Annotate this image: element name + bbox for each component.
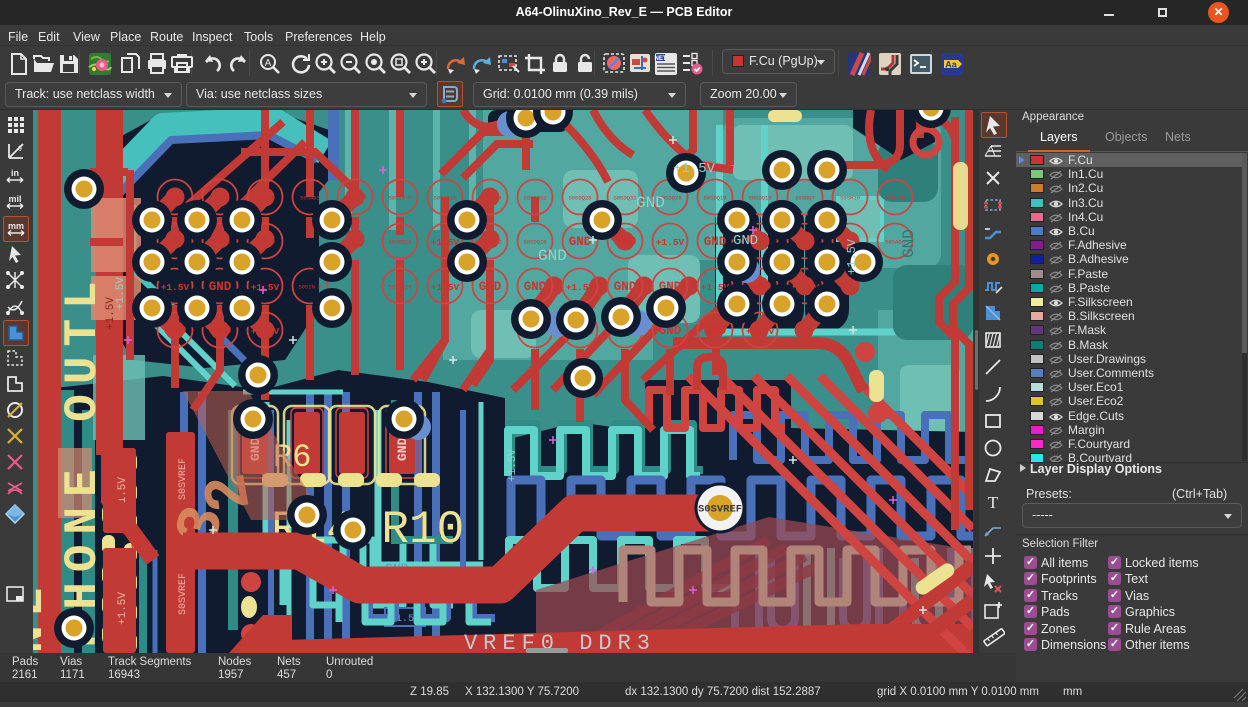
svg-text:+1.5V: +1.5V — [251, 326, 280, 337]
svg-text:HPHONE OUTL: HPHONE OUTL — [57, 271, 109, 653]
svg-text:+1.5V: +1.5V — [845, 238, 859, 275]
svg-text:GND: GND — [479, 280, 502, 294]
svg-text:S0SVREF: S0SVREF — [178, 573, 189, 615]
svg-text:S0SDQ13: S0SDQ13 — [748, 195, 771, 202]
svg-text:S0SIN F: S0SIN F — [388, 195, 411, 202]
svg-text:S0SA06: S0SA06 — [165, 195, 185, 202]
svg-text:S0SDQ19: S0SDQ19 — [703, 195, 726, 202]
svg-text:GND: GND — [395, 437, 410, 461]
svg-text:S0SDQ20: S0SDQ20 — [388, 284, 411, 291]
svg-text:GND: GND — [164, 324, 187, 338]
svg-text:S0SH10: S0SH10 — [795, 239, 815, 246]
svg-text:S0SA03: S0SA03 — [300, 195, 320, 202]
svg-text:GND: GND — [900, 229, 918, 258]
svg-text:GND: GND — [524, 280, 547, 294]
svg-text:Aa: Aa — [945, 60, 957, 70]
svg-text:+1.5V: +1.5V — [431, 282, 460, 293]
svg-text:+1.5V: +1.5V — [117, 592, 129, 625]
svg-text:GND: GND — [569, 235, 592, 249]
svg-text:mm: mm — [8, 221, 24, 231]
svg-text:+1.5V: +1.5V — [746, 326, 775, 337]
svg-text:S0SIN M: S0SIN M — [343, 195, 366, 202]
svg-text:NET: NET — [655, 56, 667, 62]
svg-text:S0SH00: S0SH00 — [885, 195, 905, 202]
svg-text:S0SDQ28: S0SDQ28 — [523, 239, 546, 246]
svg-text:NE: NE — [33, 578, 55, 653]
svg-text:S0SDQ20: S0SDQ20 — [478, 195, 501, 202]
svg-text:S0SDQ28: S0SDQ28 — [568, 195, 591, 202]
svg-text:S0SA03: S0SA03 — [255, 239, 275, 246]
svg-text:S0SVREF: S0SVREF — [178, 458, 189, 500]
svg-text:A: A — [265, 58, 272, 69]
svg-text:S0SDQ31: S0SDQ31 — [613, 195, 637, 202]
svg-text:GND: GND — [704, 324, 727, 338]
svg-text:+1.5V: +1.5V — [507, 449, 519, 482]
svg-text:GND: GND — [636, 194, 665, 212]
svg-text:S0SDQ7: S0SDQ7 — [795, 195, 815, 202]
svg-text:GND: GND — [129, 526, 144, 550]
svg-text:+1.5V: +1.5V — [566, 282, 595, 293]
svg-text:GND: GND — [538, 247, 567, 265]
svg-text:S0SH10: S0SH10 — [840, 195, 860, 202]
svg-text:S0SVREF: S0SVREF — [698, 504, 742, 516]
svg-text:GND: GND — [209, 280, 232, 294]
svg-text:S0SDQ16: S0SDQ16 — [433, 195, 456, 202]
svg-text:GND: GND — [704, 235, 727, 249]
svg-text:+1.5V: +1.5V — [161, 282, 190, 293]
svg-text:T: T — [988, 493, 999, 512]
svg-text:GND: GND — [614, 280, 637, 294]
svg-text:S0SDQS2: S0SDQS2 — [478, 239, 501, 246]
svg-text:+1.5V: +1.5V — [673, 161, 716, 177]
svg-text:θ: θ — [18, 146, 22, 153]
svg-text:+1.5V: +1.5V — [115, 277, 127, 310]
svg-text:GND: GND — [209, 324, 232, 338]
svg-text:S0SA05: S0SA05 — [255, 195, 275, 202]
svg-text:S0SA05: S0SA05 — [210, 239, 230, 246]
svg-text:S0SDQ16: S0SDQ16 — [388, 239, 411, 246]
svg-text:GND: GND — [614, 235, 637, 249]
svg-text:mil: mil — [8, 194, 21, 204]
svg-text:in: in — [11, 168, 19, 178]
svg-text:+1.5V: +1.5V — [656, 237, 685, 248]
svg-text:S0SIN F: S0SIN F — [298, 284, 321, 291]
svg-text:+1.5V: +1.5V — [251, 282, 280, 293]
svg-text:GND: GND — [733, 233, 758, 249]
svg-text:S0SA07: S0SA07 — [210, 195, 230, 202]
svg-text:S0SDQS2: S0SDQS2 — [523, 195, 546, 202]
svg-text:S0SA07: S0SA07 — [165, 239, 185, 246]
